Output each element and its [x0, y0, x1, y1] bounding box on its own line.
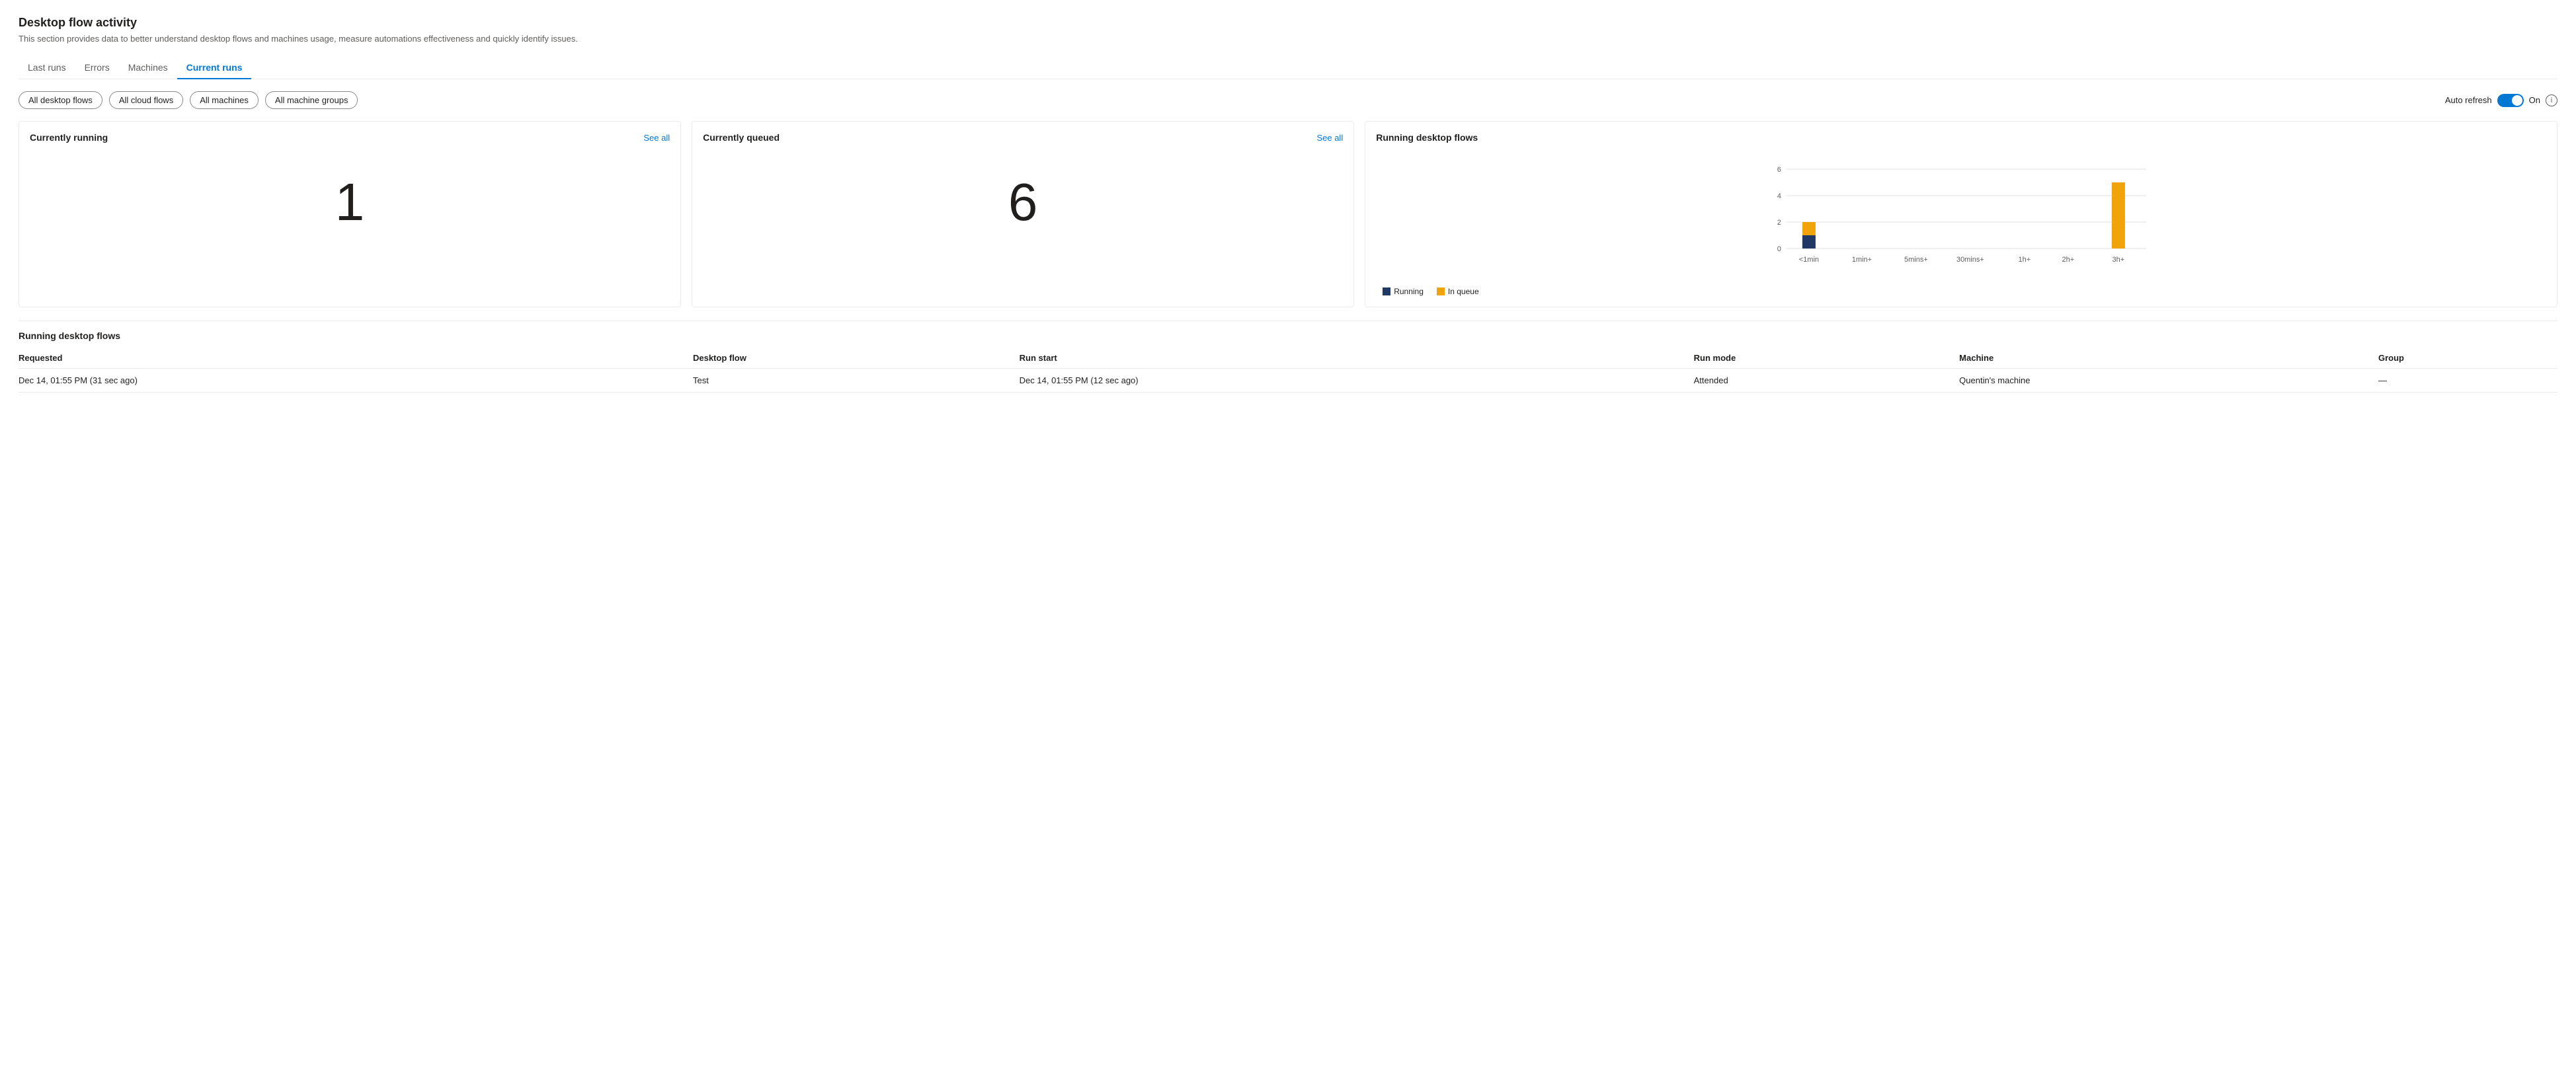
col-machine: Machine [1959, 348, 2378, 369]
chart-svg-container: 6 4 2 0 <1min 1min+ [1376, 163, 2546, 282]
currently-running-value: 1 [30, 156, 670, 249]
cell-requested: Dec 14, 01:55 PM (31 sec ago) [19, 369, 693, 393]
legend-in-queue-label: In queue [1448, 287, 1479, 296]
currently-queued-header: Currently queued See all [703, 132, 1343, 143]
tabs-row: Last runs Errors Machines Current runs [19, 57, 2557, 79]
table-section-title: Running desktop flows [19, 321, 2557, 348]
svg-text:2h+: 2h+ [2062, 256, 2075, 264]
legend-running: Running [1383, 287, 1424, 296]
svg-text:30mins+: 30mins+ [1956, 256, 1984, 264]
svg-text:3h+: 3h+ [2113, 256, 2125, 264]
svg-text:1min+: 1min+ [1852, 256, 1872, 264]
table-row: Dec 14, 01:55 PM (31 sec ago)TestDec 14,… [19, 369, 2557, 393]
bar-chart-svg: 6 4 2 0 <1min 1min+ [1376, 163, 2546, 282]
legend-in-queue: In queue [1437, 287, 1479, 296]
cell-machine: Quentin's machine [1959, 369, 2378, 393]
auto-refresh-toggle[interactable] [2497, 94, 2524, 107]
chart-area: 6 4 2 0 <1min 1min+ [1376, 156, 2546, 296]
cell-group: — [2378, 369, 2557, 393]
filters-row: All desktop flows All cloud flows All ma… [19, 91, 2557, 109]
svg-text:<1min: <1min [1799, 256, 1819, 264]
currently-running-title: Currently running [30, 132, 108, 143]
table-header-row: Requested Desktop flow Run start Run mod… [19, 348, 2557, 369]
filter-all-cloud-flows[interactable]: All cloud flows [109, 91, 183, 109]
currently-queued-title: Currently queued [703, 132, 780, 143]
page-title: Desktop flow activity [19, 16, 2557, 30]
legend-running-label: Running [1394, 287, 1424, 296]
svg-text:2: 2 [1777, 219, 1781, 227]
legend-in-queue-dot [1437, 287, 1445, 295]
svg-text:4: 4 [1777, 192, 1781, 200]
svg-text:0: 0 [1777, 245, 1781, 253]
filter-all-machine-groups[interactable]: All machine groups [265, 91, 358, 109]
info-icon[interactable]: i [2546, 95, 2557, 106]
running-flows-table: Requested Desktop flow Run start Run mod… [19, 348, 2557, 393]
running-desktop-flows-title: Running desktop flows [1376, 132, 1478, 143]
col-desktop-flow: Desktop flow [693, 348, 1020, 369]
tab-errors[interactable]: Errors [75, 57, 119, 79]
bar-inqueue-1min [1802, 222, 1816, 235]
cell-runMode: Attended [1694, 369, 1960, 393]
currently-queued-card: Currently queued See all 6 [692, 121, 1354, 307]
col-group: Group [2378, 348, 2557, 369]
col-requested: Requested [19, 348, 693, 369]
legend-running-dot [1383, 287, 1390, 295]
auto-refresh-area: Auto refresh On i [2445, 94, 2557, 107]
running-desktop-flows-header: Running desktop flows [1376, 132, 2546, 143]
bar-inqueue-3h [2112, 182, 2125, 249]
svg-text:1h+: 1h+ [2019, 256, 2031, 264]
col-run-mode: Run mode [1694, 348, 1960, 369]
filter-all-machines[interactable]: All machines [190, 91, 259, 109]
cell-desktopFlow: Test [693, 369, 1020, 393]
svg-text:5mins+: 5mins+ [1904, 256, 1928, 264]
page-subtitle: This section provides data to better und… [19, 34, 2557, 44]
page-container: Desktop flow activity This section provi… [0, 0, 2576, 1072]
running-desktop-flows-card: Running desktop flows 6 4 2 0 [1365, 121, 2557, 307]
currently-running-card: Currently running See all 1 [19, 121, 681, 307]
col-run-start: Run start [1020, 348, 1694, 369]
tab-machines[interactable]: Machines [119, 57, 177, 79]
tab-current-runs[interactable]: Current runs [177, 57, 252, 79]
currently-running-header: Currently running See all [30, 132, 670, 143]
currently-running-see-all[interactable]: See all [643, 133, 670, 143]
auto-refresh-status: On [2529, 95, 2540, 105]
cell-runStart: Dec 14, 01:55 PM (12 sec ago) [1020, 369, 1694, 393]
chart-legend: Running In queue [1376, 287, 2546, 296]
currently-queued-value: 6 [703, 156, 1343, 249]
svg-text:6: 6 [1777, 166, 1781, 174]
filter-all-desktop-flows[interactable]: All desktop flows [19, 91, 102, 109]
currently-queued-see-all[interactable]: See all [1316, 133, 1343, 143]
cards-row: Currently running See all 1 Currently qu… [19, 121, 2557, 307]
bar-running-1min [1802, 235, 1816, 249]
tab-last-runs[interactable]: Last runs [19, 57, 75, 79]
auto-refresh-label: Auto refresh [2445, 95, 2492, 105]
